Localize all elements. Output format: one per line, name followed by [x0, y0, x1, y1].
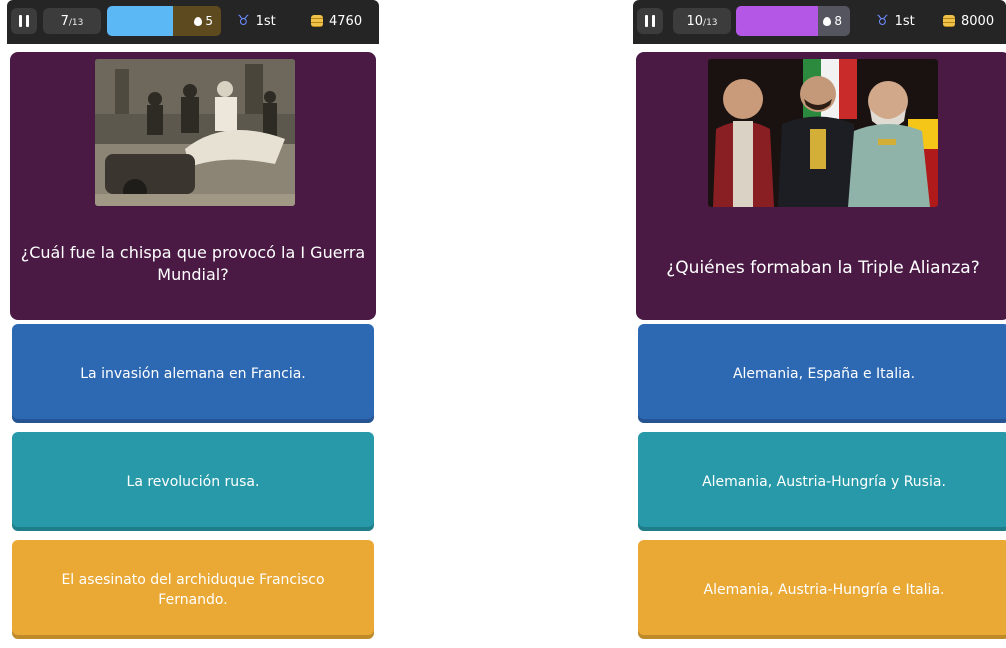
coin-stack-icon — [943, 15, 955, 27]
coins-value: 4760 — [329, 13, 363, 29]
answer-option-3[interactable]: El asesinato del archiduque Francisco Fe… — [12, 540, 374, 639]
portrait-collage-image — [708, 59, 938, 207]
pause-icon — [19, 15, 29, 27]
streak-value: 5 — [205, 14, 213, 28]
coins: 8000 — [943, 8, 994, 34]
counter-current: 10 — [686, 13, 704, 29]
streak-bar: 8 — [736, 6, 850, 36]
answer-option-2[interactable]: La revolución rusa. — [12, 432, 374, 531]
question-image — [708, 59, 938, 207]
top-bar: 10/13 8 ♉ 1st 8000 — [633, 0, 1006, 44]
rank-value: 1st — [255, 13, 276, 29]
counter-total: /13 — [68, 17, 84, 28]
question-counter: 10/13 — [673, 8, 731, 34]
quiz-screen-left: 7/13 5 ♉ 1st 4760 ¿Cuál fue la chispa qu… — [7, 0, 379, 648]
answer-option-1[interactable]: La invasión alemana en Francia. — [12, 324, 374, 423]
rank: ♉ 1st — [876, 8, 915, 34]
answer-option-1[interactable]: Alemania, España e Italia. — [638, 324, 1006, 423]
coins-value: 8000 — [961, 13, 995, 29]
counter-current: 7 — [60, 13, 69, 29]
question-card: ¿Cuál fue la chispa que provocó la I Gue… — [10, 52, 376, 320]
question-counter: 7/13 — [43, 8, 101, 34]
streak-fill — [107, 6, 174, 36]
medal-icon: ♉ — [237, 13, 250, 29]
drop-icon — [194, 16, 203, 26]
drop-icon — [823, 16, 832, 26]
top-bar: 7/13 5 ♉ 1st 4760 — [7, 0, 379, 44]
quiz-screen-right: 10/13 8 ♉ 1st 8000 ¿Quiénes formaban la … — [633, 0, 1006, 648]
coin-stack-icon — [311, 15, 323, 27]
rank-value: 1st — [894, 13, 915, 29]
historical-photo-image — [95, 59, 295, 206]
pause-button[interactable] — [637, 8, 663, 34]
question-text: ¿Quiénes formaban la Triple Alianza? — [666, 258, 980, 278]
question-text: ¿Cuál fue la chispa que provocó la I Gue… — [20, 243, 366, 284]
answer-option-3[interactable]: Alemania, Austria-Hungría e Italia. — [638, 540, 1006, 639]
coins: 4760 — [311, 8, 362, 34]
streak-value: 8 — [834, 14, 842, 28]
streak-bar: 5 — [107, 6, 221, 36]
pause-button[interactable] — [11, 8, 37, 34]
streak-fill — [736, 6, 819, 36]
medal-icon: ♉ — [876, 13, 889, 29]
answer-option-2[interactable]: Alemania, Austria-Hungría y Rusia. — [638, 432, 1006, 531]
rank: ♉ 1st — [237, 8, 276, 34]
counter-total: /13 — [703, 17, 718, 28]
question-card: ¿Quiénes formaban la Triple Alianza? — [636, 52, 1006, 320]
pause-icon — [645, 15, 655, 27]
question-image — [95, 59, 295, 206]
